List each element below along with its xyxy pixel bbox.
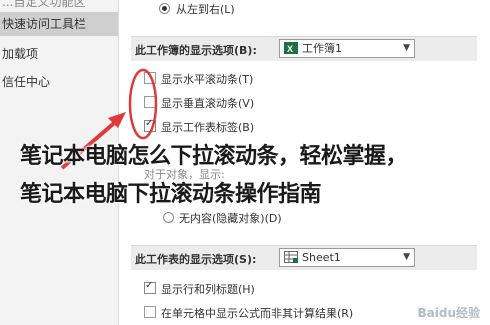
highlight-ellipse [128, 68, 158, 140]
baidu-watermark: Baidu经验 [417, 306, 481, 320]
overlay-title-line2: 笔记本电脑下拉滚动条操作指南 [20, 182, 322, 207]
overlay-title-line1: 笔记本电脑怎么下拉滚动条，轻松掌握， [20, 144, 408, 169]
